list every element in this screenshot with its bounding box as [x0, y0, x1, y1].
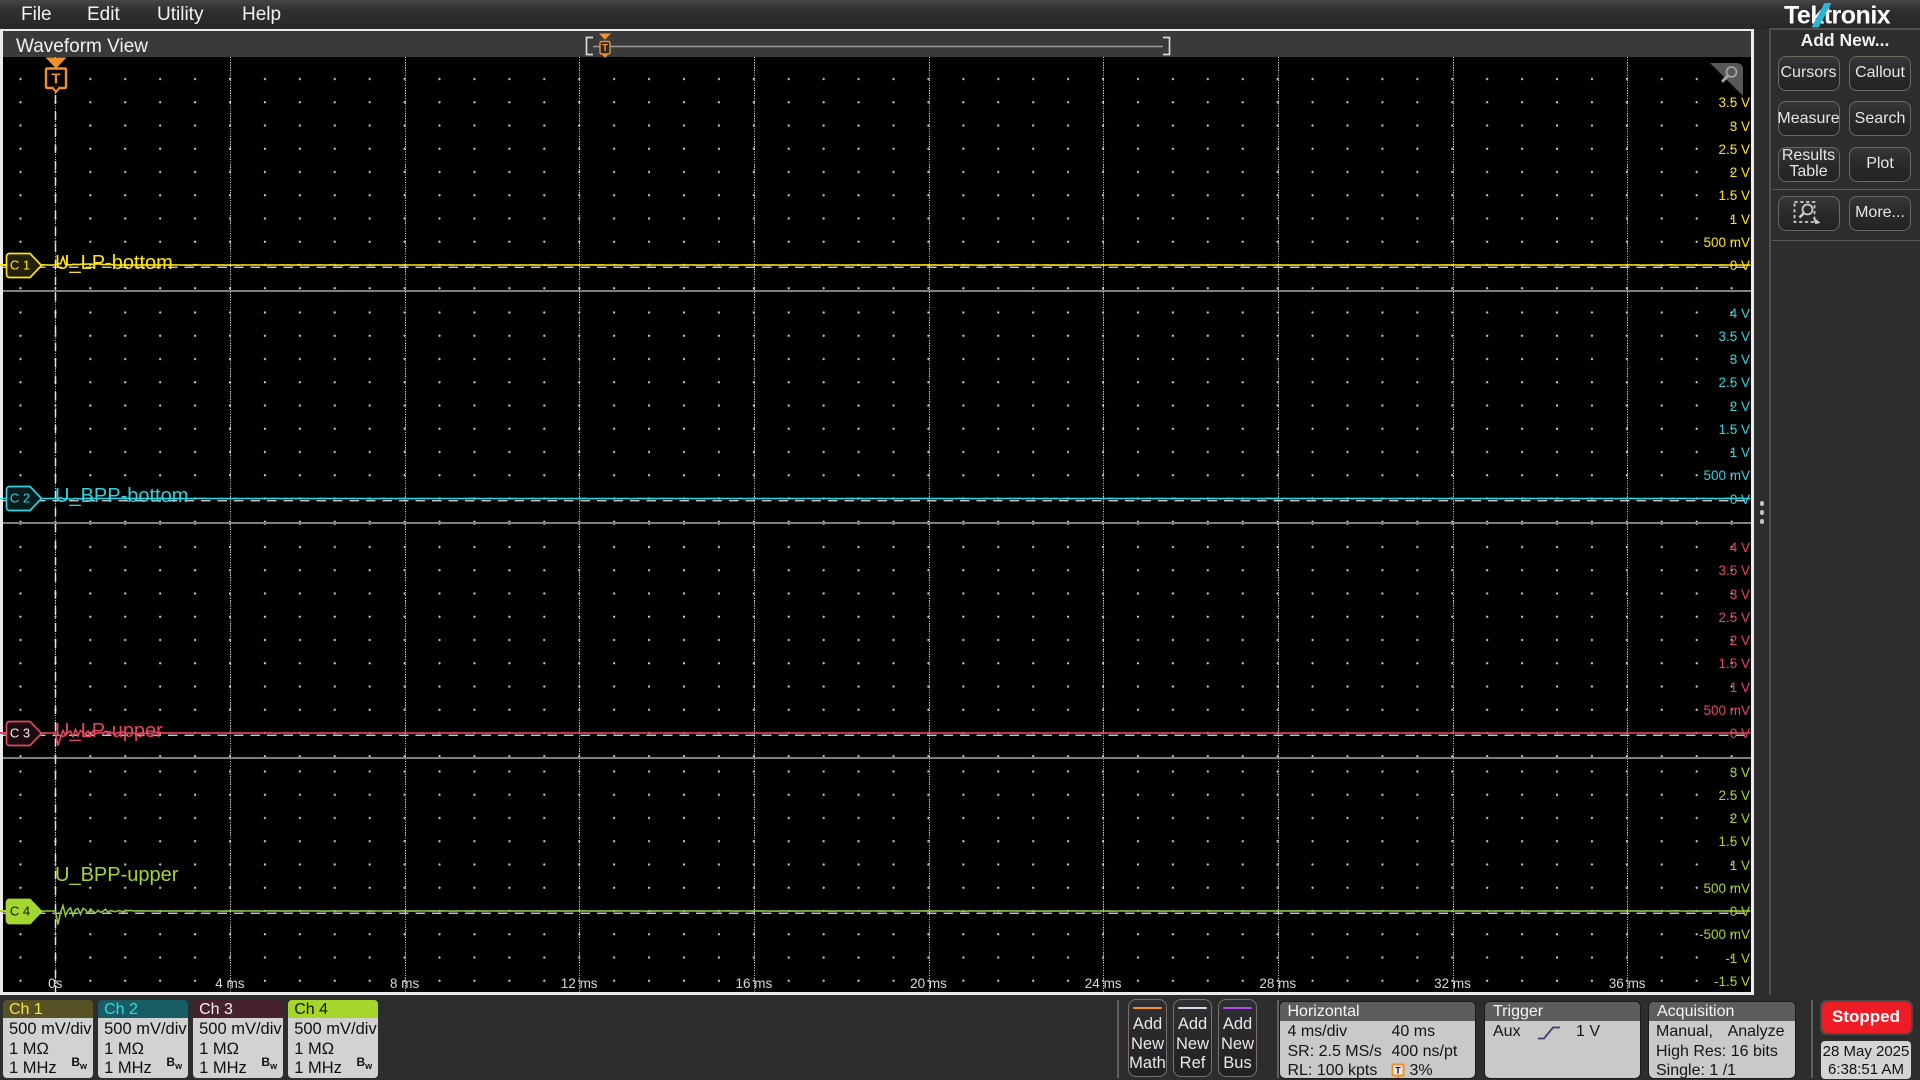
svg-text:T: T — [602, 43, 608, 54]
svg-text:Tektronix: Tektronix — [1784, 2, 1891, 29]
svg-text:C 4: C 4 — [10, 903, 30, 918]
svg-text:C 3: C 3 — [10, 725, 30, 740]
svg-text:C 1: C 1 — [10, 257, 30, 272]
svg-text:C 2: C 2 — [10, 491, 30, 506]
svg-text:T: T — [51, 71, 60, 88]
svg-text:T: T — [1395, 1065, 1401, 1075]
